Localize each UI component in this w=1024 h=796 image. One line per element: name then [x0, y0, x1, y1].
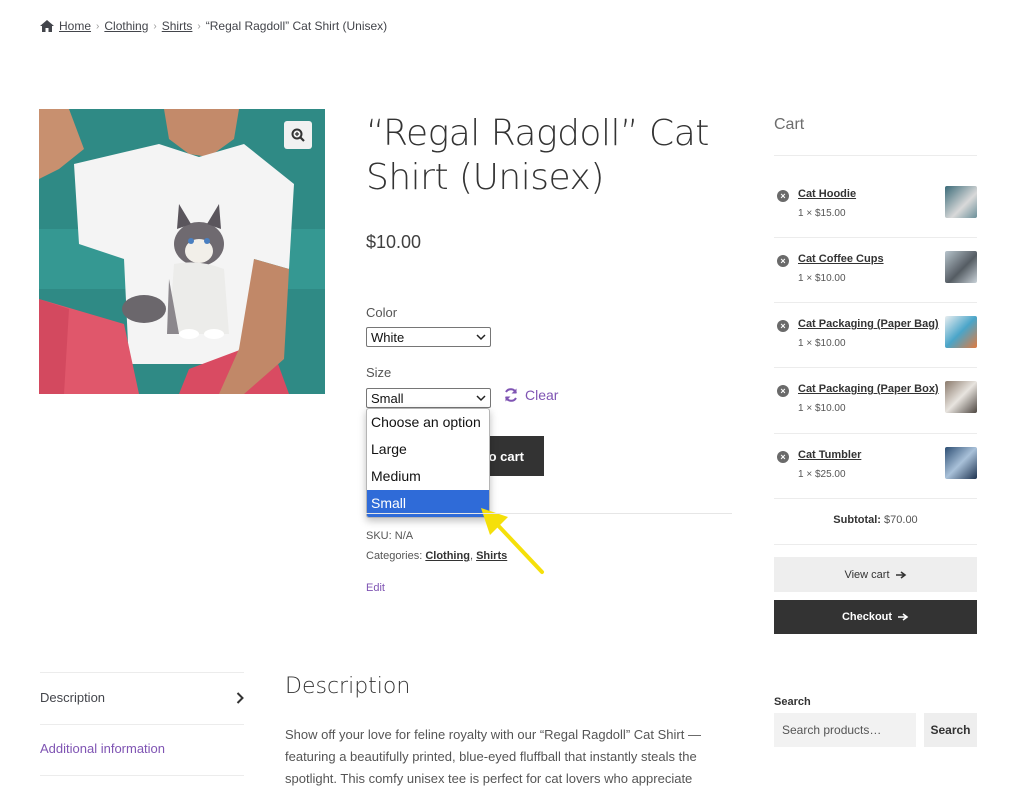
magnify-icon	[291, 128, 305, 142]
sku-line: SKU: N/A	[366, 530, 413, 542]
cart-item-name[interactable]: Cat Tumbler	[798, 449, 861, 461]
chevron-down-icon	[476, 394, 486, 401]
divider	[774, 498, 977, 499]
annotation-arrow-icon	[481, 508, 544, 574]
size-select-value: Small	[371, 390, 404, 406]
tab-description[interactable]: Description	[40, 690, 244, 705]
edit-link[interactable]: Edit	[366, 582, 385, 594]
description-heading: Description	[285, 674, 411, 699]
cart-item-thumbnail[interactable]	[945, 251, 977, 283]
add-to-cart-label: o cart	[488, 448, 524, 464]
clear-label: Clear	[525, 387, 559, 403]
cart-item-name[interactable]: Cat Coffee Cups	[798, 253, 884, 265]
clear-button[interactable]: Clear	[503, 387, 558, 403]
breadcrumb-separator-icon: ›	[153, 20, 157, 32]
cart-item-qty: 1 × $25.00	[798, 469, 846, 480]
remove-icon[interactable]: ×	[777, 451, 789, 463]
view-cart-button[interactable]: View cart	[774, 557, 977, 592]
chevron-down-icon	[476, 333, 486, 340]
product-image[interactable]	[39, 109, 325, 394]
cart-item: × Cat Packaging (Paper Box) 1 × $10.00	[774, 381, 977, 431]
remove-icon[interactable]: ×	[777, 255, 789, 267]
breadcrumb-clothing[interactable]: Clothing	[104, 19, 148, 33]
breadcrumb-shirts[interactable]: Shirts	[162, 19, 193, 33]
tab-additional-label: Additional information	[40, 741, 166, 756]
home-icon[interactable]	[40, 20, 54, 32]
checkout-button[interactable]: Checkout	[774, 600, 977, 634]
color-label: Color	[366, 305, 398, 320]
cart-subtotal: Subtotal: $70.00	[774, 514, 977, 526]
subtotal-value: $70.00	[884, 514, 918, 526]
cart-item: × Cat Packaging (Paper Bag) 1 × $10.00	[774, 316, 977, 366]
product-photo	[39, 109, 325, 394]
search-placeholder: Search products…	[782, 723, 882, 737]
divider	[774, 302, 977, 303]
tab-additional-information[interactable]: Additional information	[40, 741, 244, 756]
cart-item-name[interactable]: Cat Hoodie	[798, 188, 856, 200]
cart-item-qty: 1 × $10.00	[798, 403, 846, 414]
cart-item-thumbnail[interactable]	[945, 381, 977, 413]
breadcrumb-home[interactable]: Home	[59, 19, 91, 33]
size-option-large[interactable]: Large	[367, 436, 489, 463]
divider	[40, 775, 244, 776]
cart-item-thumbnail[interactable]	[945, 186, 977, 218]
size-label: Size	[366, 365, 392, 380]
color-select[interactable]: White	[366, 327, 491, 347]
divider	[40, 724, 244, 725]
cart-item: × Cat Coffee Cups 1 × $10.00	[774, 251, 977, 301]
search-button[interactable]: Search	[924, 713, 977, 747]
view-cart-label: View cart	[844, 568, 890, 581]
divider	[774, 155, 977, 156]
divider	[366, 513, 732, 514]
breadcrumb-current: “Regal Ragdoll” Cat Shirt (Unisex)	[205, 19, 388, 33]
subtotal-label: Subtotal:	[833, 514, 881, 526]
arrow-right-icon	[898, 613, 909, 621]
arrow-right-icon	[895, 570, 906, 579]
categories-label: Categories:	[366, 550, 423, 562]
category-shirts-link[interactable]: Shirts	[476, 550, 507, 562]
search-title: Search	[774, 696, 811, 708]
size-option-medium[interactable]: Medium	[367, 463, 489, 490]
breadcrumb-separator-icon: ›	[96, 20, 100, 32]
product-title: “Regal Ragdoll” Cat Shirt (Unisex)	[366, 113, 709, 198]
chevron-right-icon	[236, 691, 244, 704]
refresh-icon	[505, 388, 517, 402]
divider	[774, 544, 977, 545]
divider	[40, 672, 244, 673]
sku-label: SKU:	[366, 530, 392, 542]
sku-value: N/A	[394, 530, 414, 542]
divider	[774, 237, 977, 238]
category-clothing-link[interactable]: Clothing	[425, 550, 470, 562]
cart-item-qty: 1 × $15.00	[798, 208, 846, 219]
categories-line: Categories: Clothing, Shirts	[366, 550, 508, 562]
product-price: $10.00	[366, 232, 422, 252]
cart-item: × Cat Tumbler 1 × $25.00	[774, 447, 977, 497]
remove-icon[interactable]: ×	[777, 190, 789, 202]
remove-icon[interactable]: ×	[777, 385, 789, 397]
tab-description-label: Description	[40, 690, 106, 705]
size-select[interactable]: Small	[366, 388, 491, 408]
breadcrumb: Home › Clothing › Shirts › “Regal Ragdol…	[40, 19, 387, 33]
zoom-button[interactable]	[284, 121, 312, 149]
cart-title: Cart	[774, 116, 805, 133]
size-option-choose[interactable]: Choose an option	[367, 409, 489, 436]
search-input[interactable]: Search products…	[774, 713, 916, 747]
remove-icon[interactable]: ×	[777, 320, 789, 332]
cart-item-thumbnail[interactable]	[945, 316, 977, 348]
divider	[774, 433, 977, 434]
size-dropdown-list: Choose an option Large Medium Small	[366, 408, 490, 518]
description-text: Show off your love for feline royalty wi…	[285, 727, 701, 786]
cart-item-qty: 1 × $10.00	[798, 273, 846, 284]
cart-item-thumbnail[interactable]	[945, 447, 977, 479]
cart-item: × Cat Hoodie 1 × $15.00	[774, 186, 977, 236]
cart-item-name[interactable]: Cat Packaging (Paper Bag)	[798, 318, 939, 330]
color-select-value: White	[371, 329, 405, 345]
divider	[774, 367, 977, 368]
breadcrumb-separator-icon: ›	[197, 20, 201, 32]
cart-item-qty: 1 × $10.00	[798, 338, 846, 349]
cart-item-name[interactable]: Cat Packaging (Paper Box)	[798, 383, 939, 395]
checkout-label: Checkout	[841, 611, 893, 623]
